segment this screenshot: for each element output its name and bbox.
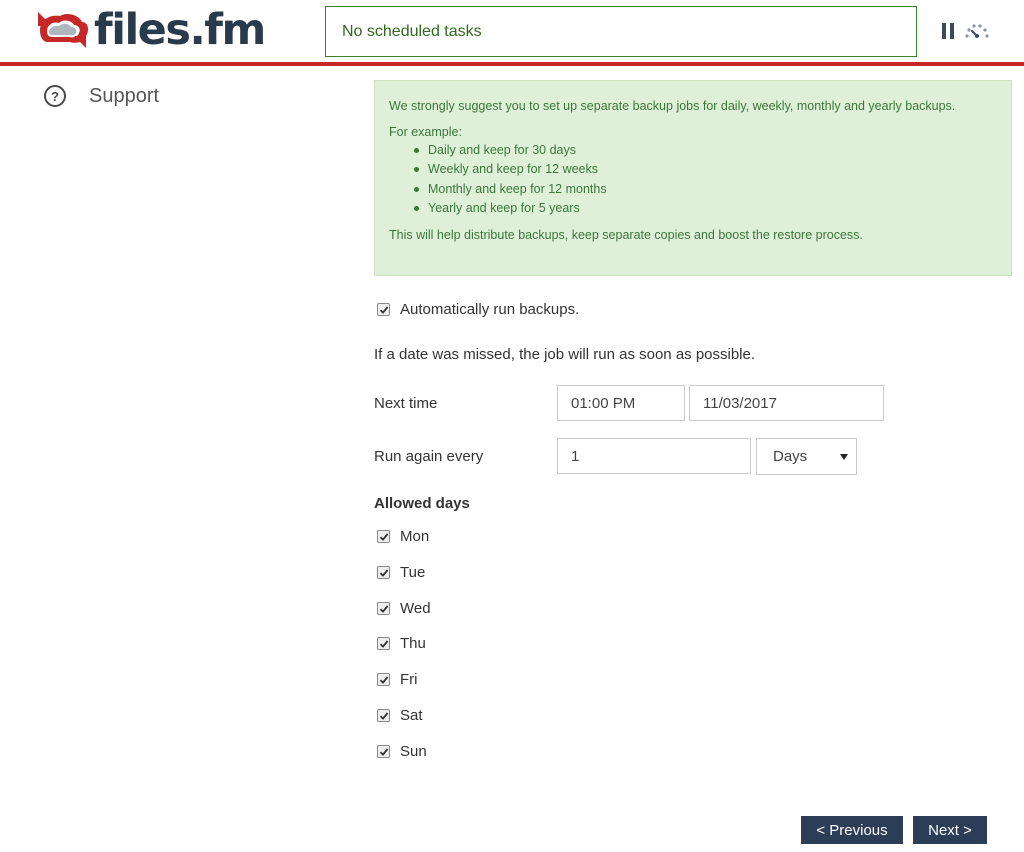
next-date-value: 11/03/2017	[703, 394, 777, 412]
list-item: Yearly and keep for 5 years	[389, 199, 997, 218]
day-checkbox-thu[interactable]	[377, 637, 390, 650]
checkmark-icon	[379, 675, 388, 684]
day-label-tue: Tue	[400, 564, 426, 581]
suggestion-footer: This will help distribute backups, keep …	[389, 227, 863, 242]
day-checkbox-tue[interactable]	[377, 566, 390, 579]
next-date-input[interactable]: 11/03/2017	[689, 385, 884, 421]
allowed-days-title: Allowed days	[374, 495, 470, 512]
list-item: Daily and keep for 30 days	[389, 141, 997, 160]
speedometer-icon[interactable]	[963, 22, 991, 40]
day-label-sun: Sun	[400, 743, 427, 760]
run-again-label: Run again every	[374, 448, 484, 465]
day-checkbox-fri[interactable]	[377, 673, 390, 686]
checkmark-icon	[379, 711, 388, 720]
interval-unit-value: Days	[773, 448, 808, 465]
interval-value: 1	[571, 447, 580, 465]
interval-unit-select[interactable]: Days	[756, 438, 857, 475]
logo-text: files.fm	[94, 5, 266, 55]
app-header: files.fm No scheduled tasks	[0, 0, 1024, 66]
day-label-mon: Mon	[400, 528, 430, 545]
interval-input[interactable]: 1	[557, 438, 751, 474]
missed-date-note: If a date was missed, the job will run a…	[374, 346, 756, 363]
list-item: Weekly and keep for 12 weeks	[389, 160, 997, 179]
day-label-sat: Sat	[400, 707, 423, 724]
help-circle-icon: ?	[44, 85, 66, 107]
suggestion-intro: We strongly suggest you to set up separa…	[389, 99, 956, 113]
caret-down-icon	[840, 454, 848, 460]
next-time-label: Next time	[374, 395, 438, 412]
day-label-thu: Thu	[400, 635, 426, 652]
day-checkbox-mon[interactable]	[377, 530, 390, 543]
day-label-wed: Wed	[400, 600, 431, 617]
status-text: No scheduled tasks	[342, 22, 482, 40]
next-button[interactable]: Next >	[913, 816, 987, 844]
sidebar-item-support[interactable]: ? Support	[44, 83, 159, 109]
auto-run-checkbox[interactable]	[377, 303, 390, 316]
checkmark-icon	[379, 639, 388, 648]
previous-button[interactable]: < Previous	[801, 816, 903, 844]
next-time-input[interactable]: 01:00 PM	[557, 385, 685, 421]
example-list: Daily and keep for 30 days Weekly and ke…	[389, 141, 997, 219]
next-time-value: 01:00 PM	[571, 394, 636, 412]
checkmark-icon	[379, 568, 388, 577]
checkmark-icon	[379, 532, 388, 541]
checkmark-icon	[379, 747, 388, 756]
pause-icon[interactable]	[942, 23, 956, 39]
example-heading: For example:	[389, 125, 462, 139]
checkmark-icon	[379, 305, 388, 314]
cloud-sync-icon	[38, 12, 89, 48]
sidebar-item-label: Support	[89, 84, 160, 107]
scheduled-tasks-status: No scheduled tasks	[325, 6, 917, 57]
auto-run-label: Automatically run backups.	[400, 301, 580, 318]
day-checkbox-sat[interactable]	[377, 709, 390, 722]
day-checkbox-wed[interactable]	[377, 602, 390, 615]
day-checkbox-sun[interactable]	[377, 745, 390, 758]
day-label-fri: Fri	[400, 671, 418, 688]
list-item: Monthly and keep for 12 months	[389, 180, 997, 199]
checkmark-icon	[379, 604, 388, 613]
backup-suggestion-alert: We strongly suggest you to set up separa…	[374, 80, 1012, 276]
files-fm-logo[interactable]: files.fm	[34, 5, 266, 55]
